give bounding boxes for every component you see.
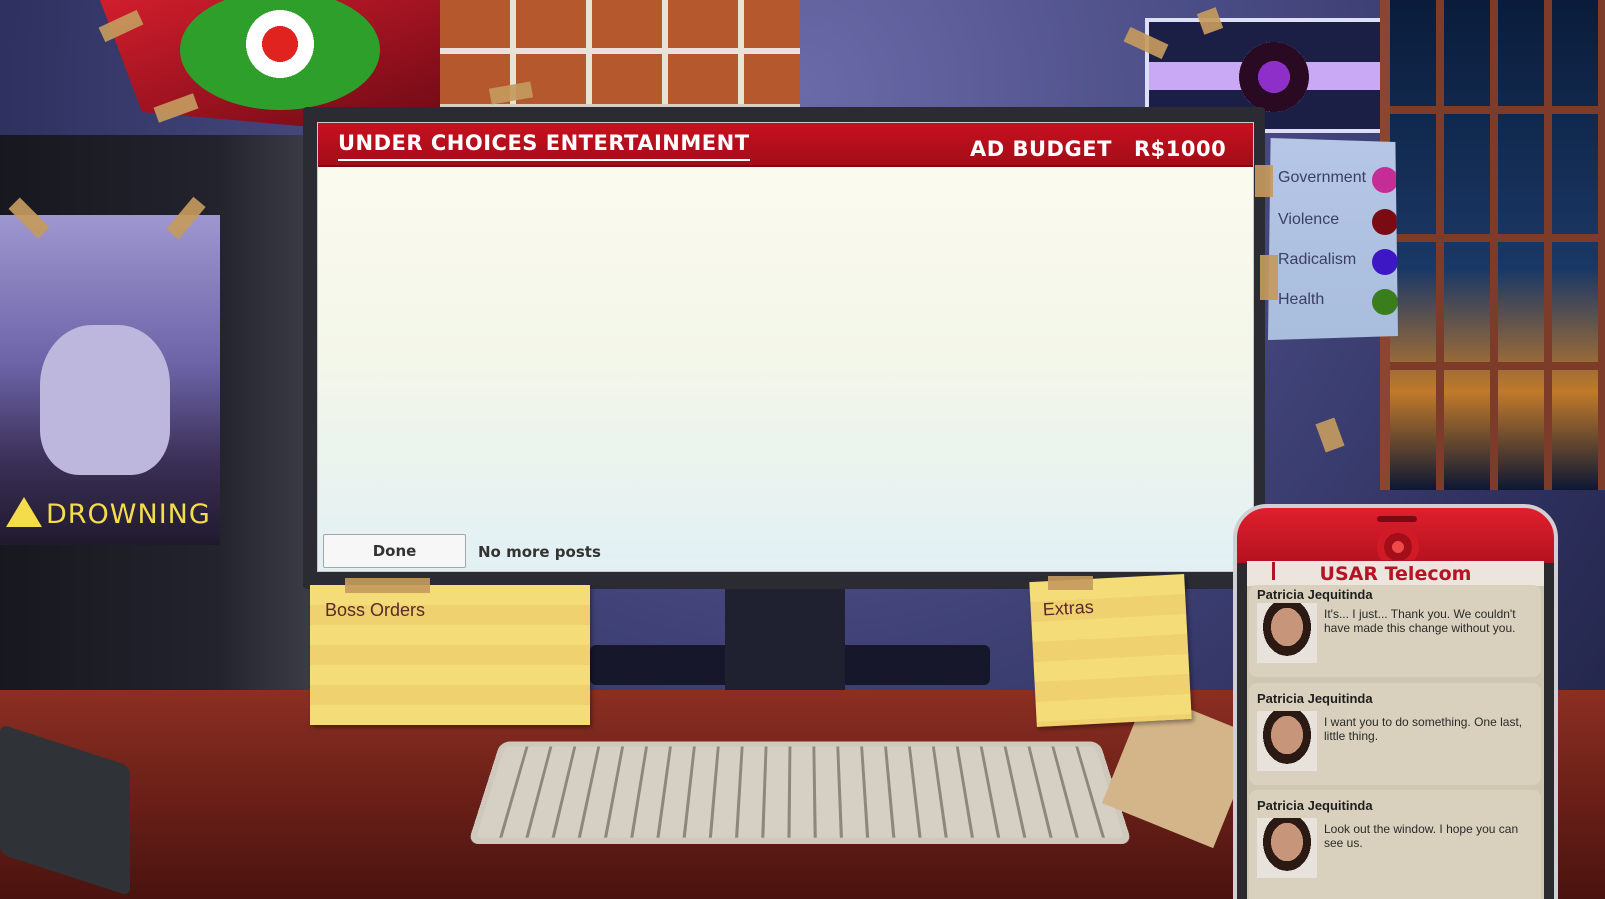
ad-budget-label: AD BUDGET	[970, 137, 1112, 161]
message-text: Look out the window. I hope you can see …	[1324, 822, 1519, 850]
drowning-poster-label: DROWNING	[6, 497, 211, 530]
message-item: Patricia Jequitinda Look out the window.…	[1249, 790, 1541, 899]
legend-label: Radicalism	[1278, 251, 1357, 268]
violence-dot-icon	[1372, 209, 1398, 235]
ad-budget-value: R$1000	[1134, 137, 1227, 161]
phone-screen[interactable]: USAR Telecom Patricia Jequitinda It's...…	[1247, 560, 1544, 899]
legend-item-radicalism: Radicalism	[1278, 245, 1398, 275]
message-sender: Patricia Jequitinda	[1257, 587, 1373, 602]
government-dot-icon	[1372, 167, 1398, 193]
tape	[345, 578, 430, 593]
avatar	[1257, 818, 1317, 878]
message-item: Patricia Jequitinda It's... I just... Th…	[1249, 585, 1541, 677]
keyboard	[467, 741, 1133, 844]
message-sender: Patricia Jequitinda	[1257, 691, 1373, 706]
tape	[1048, 576, 1093, 590]
phone-speaker	[1377, 516, 1417, 522]
ad-window-header: UNDER CHOICES ENTERTAINMENT AD BUDGET R$…	[318, 123, 1253, 167]
message-text: I want you to do something. One last, li…	[1324, 715, 1523, 743]
health-dot-icon	[1372, 289, 1398, 315]
extras-title: Extras	[1042, 596, 1095, 620]
done-button[interactable]: Done	[323, 534, 466, 568]
avatar	[1257, 711, 1317, 771]
tape	[1255, 165, 1273, 197]
boss-orders-title: Boss Orders	[325, 600, 426, 620]
legend-item-violence: Violence	[1278, 205, 1398, 235]
drowning-poster: DROWNING	[0, 215, 220, 545]
monitor-stand	[725, 585, 845, 690]
category-legend: Government Violence Radicalism Health	[1268, 138, 1398, 340]
posts-area	[318, 167, 1253, 527]
phone-title: USAR Telecom	[1319, 563, 1472, 585]
legend-label: Government	[1278, 169, 1367, 186]
legend-label: Health	[1278, 291, 1325, 308]
legend-item-health: Health	[1278, 285, 1398, 315]
message-sender: Patricia Jequitinda	[1257, 798, 1373, 813]
legend-item-government: Government	[1278, 163, 1398, 193]
tape	[1260, 255, 1278, 300]
phone: USAR Telecom Patricia Jequitinda It's...…	[1233, 504, 1558, 899]
ad-window: UNDER CHOICES ENTERTAINMENT AD BUDGET R$…	[317, 122, 1254, 572]
message-text: It's... I just... Thank you. We couldn't…	[1324, 607, 1516, 635]
message-item: Patricia Jequitinda I want you to do som…	[1249, 683, 1541, 785]
extras-note[interactable]: Extras	[1029, 574, 1192, 727]
boss-orders-note[interactable]: Boss Orders	[310, 585, 590, 725]
legend-label: Violence	[1278, 211, 1340, 228]
city-window	[1380, 0, 1605, 490]
company-name: UNDER CHOICES ENTERTAINMENT	[338, 131, 750, 161]
avatar	[1257, 603, 1317, 663]
drowning-text: DROWNING	[46, 499, 211, 530]
warning-icon	[6, 497, 42, 527]
no-more-posts-status: No more posts	[478, 543, 601, 561]
radicalism-dot-icon	[1372, 249, 1398, 275]
phone-header: USAR Telecom	[1247, 560, 1544, 586]
